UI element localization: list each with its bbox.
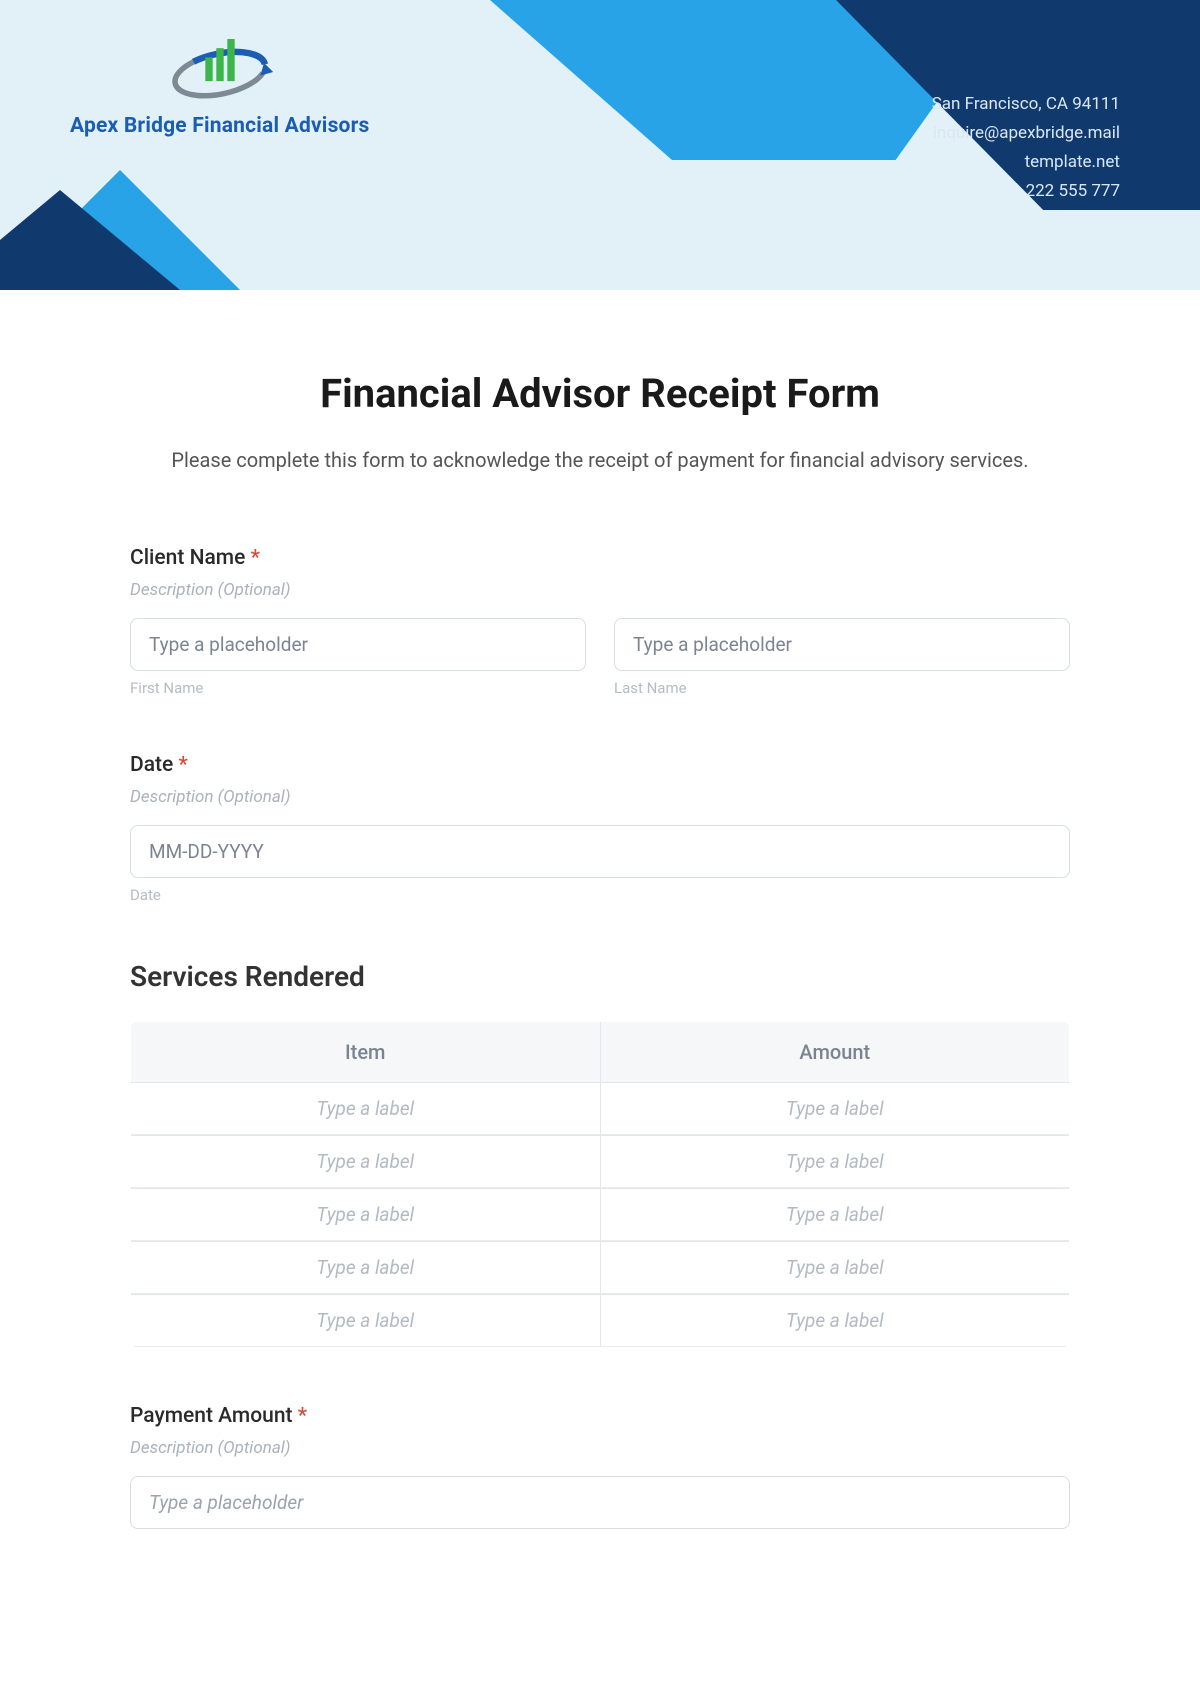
service-amount-input[interactable] <box>601 1136 1070 1188</box>
table-row <box>131 1189 1070 1242</box>
services-table: Item Amount <box>130 1021 1070 1348</box>
header-banner: Apex Bridge Financial Advisors San Franc… <box>0 0 1200 290</box>
field-payment-amount: Payment Amount * Description (Optional) <box>130 1404 1070 1529</box>
service-item-input[interactable] <box>131 1136 600 1188</box>
payment-label: Payment Amount * <box>130 1404 1070 1428</box>
required-mark: * <box>179 753 188 777</box>
service-item-input[interactable] <box>131 1189 600 1241</box>
logo-block: Apex Bridge Financial Advisors <box>70 28 369 138</box>
required-mark: * <box>251 546 260 570</box>
last-name-input[interactable] <box>614 618 1070 671</box>
col-item: Item <box>131 1022 601 1083</box>
client-name-label-text: Client Name <box>130 546 245 570</box>
payment-input[interactable] <box>130 1476 1070 1529</box>
service-amount-input[interactable] <box>601 1189 1070 1241</box>
col-amount: Amount <box>600 1022 1070 1083</box>
service-amount-input[interactable] <box>601 1242 1070 1294</box>
service-item-input[interactable] <box>131 1295 600 1347</box>
client-name-sublabel: Description (Optional) <box>130 580 1070 600</box>
payment-sublabel: Description (Optional) <box>130 1438 1070 1458</box>
first-name-input[interactable] <box>130 618 586 671</box>
service-item-input[interactable] <box>131 1083 600 1135</box>
form-title: Financial Advisor Receipt Form <box>130 370 1070 417</box>
service-amount-input[interactable] <box>601 1083 1070 1135</box>
table-row <box>131 1242 1070 1295</box>
client-name-label: Client Name * <box>130 546 1070 570</box>
services-title: Services Rendered <box>130 960 1070 993</box>
form-description: Please complete this form to acknowledge… <box>160 445 1040 476</box>
last-name-hint: Last Name <box>614 679 1070 697</box>
contact-website: template.net <box>932 148 1120 177</box>
table-row <box>131 1136 1070 1189</box>
field-client-name: Client Name * Description (Optional) Fir… <box>130 546 1070 697</box>
form-body: Financial Advisor Receipt Form Please co… <box>0 290 1200 1625</box>
date-label: Date * <box>130 753 1070 777</box>
date-label-text: Date <box>130 753 173 777</box>
first-name-hint: First Name <box>130 679 586 697</box>
contact-info: San Francisco, CA 94111 inquire@apexbrid… <box>932 90 1120 206</box>
date-hint: Date <box>130 886 1070 904</box>
date-sublabel: Description (Optional) <box>130 787 1070 807</box>
contact-email: inquire@apexbridge.mail <box>932 119 1120 148</box>
service-item-input[interactable] <box>131 1242 600 1294</box>
table-row <box>131 1083 1070 1136</box>
field-date: Date * Description (Optional) Date <box>130 753 1070 904</box>
contact-address: San Francisco, CA 94111 <box>932 90 1120 119</box>
table-row <box>131 1295 1070 1348</box>
required-mark: * <box>298 1404 307 1428</box>
date-input[interactable] <box>130 825 1070 878</box>
logo-icon <box>165 28 275 108</box>
company-name: Apex Bridge Financial Advisors <box>70 114 369 138</box>
contact-phone: 222 555 777 <box>932 177 1120 206</box>
payment-label-text: Payment Amount <box>130 1404 293 1428</box>
service-amount-input[interactable] <box>601 1295 1070 1347</box>
